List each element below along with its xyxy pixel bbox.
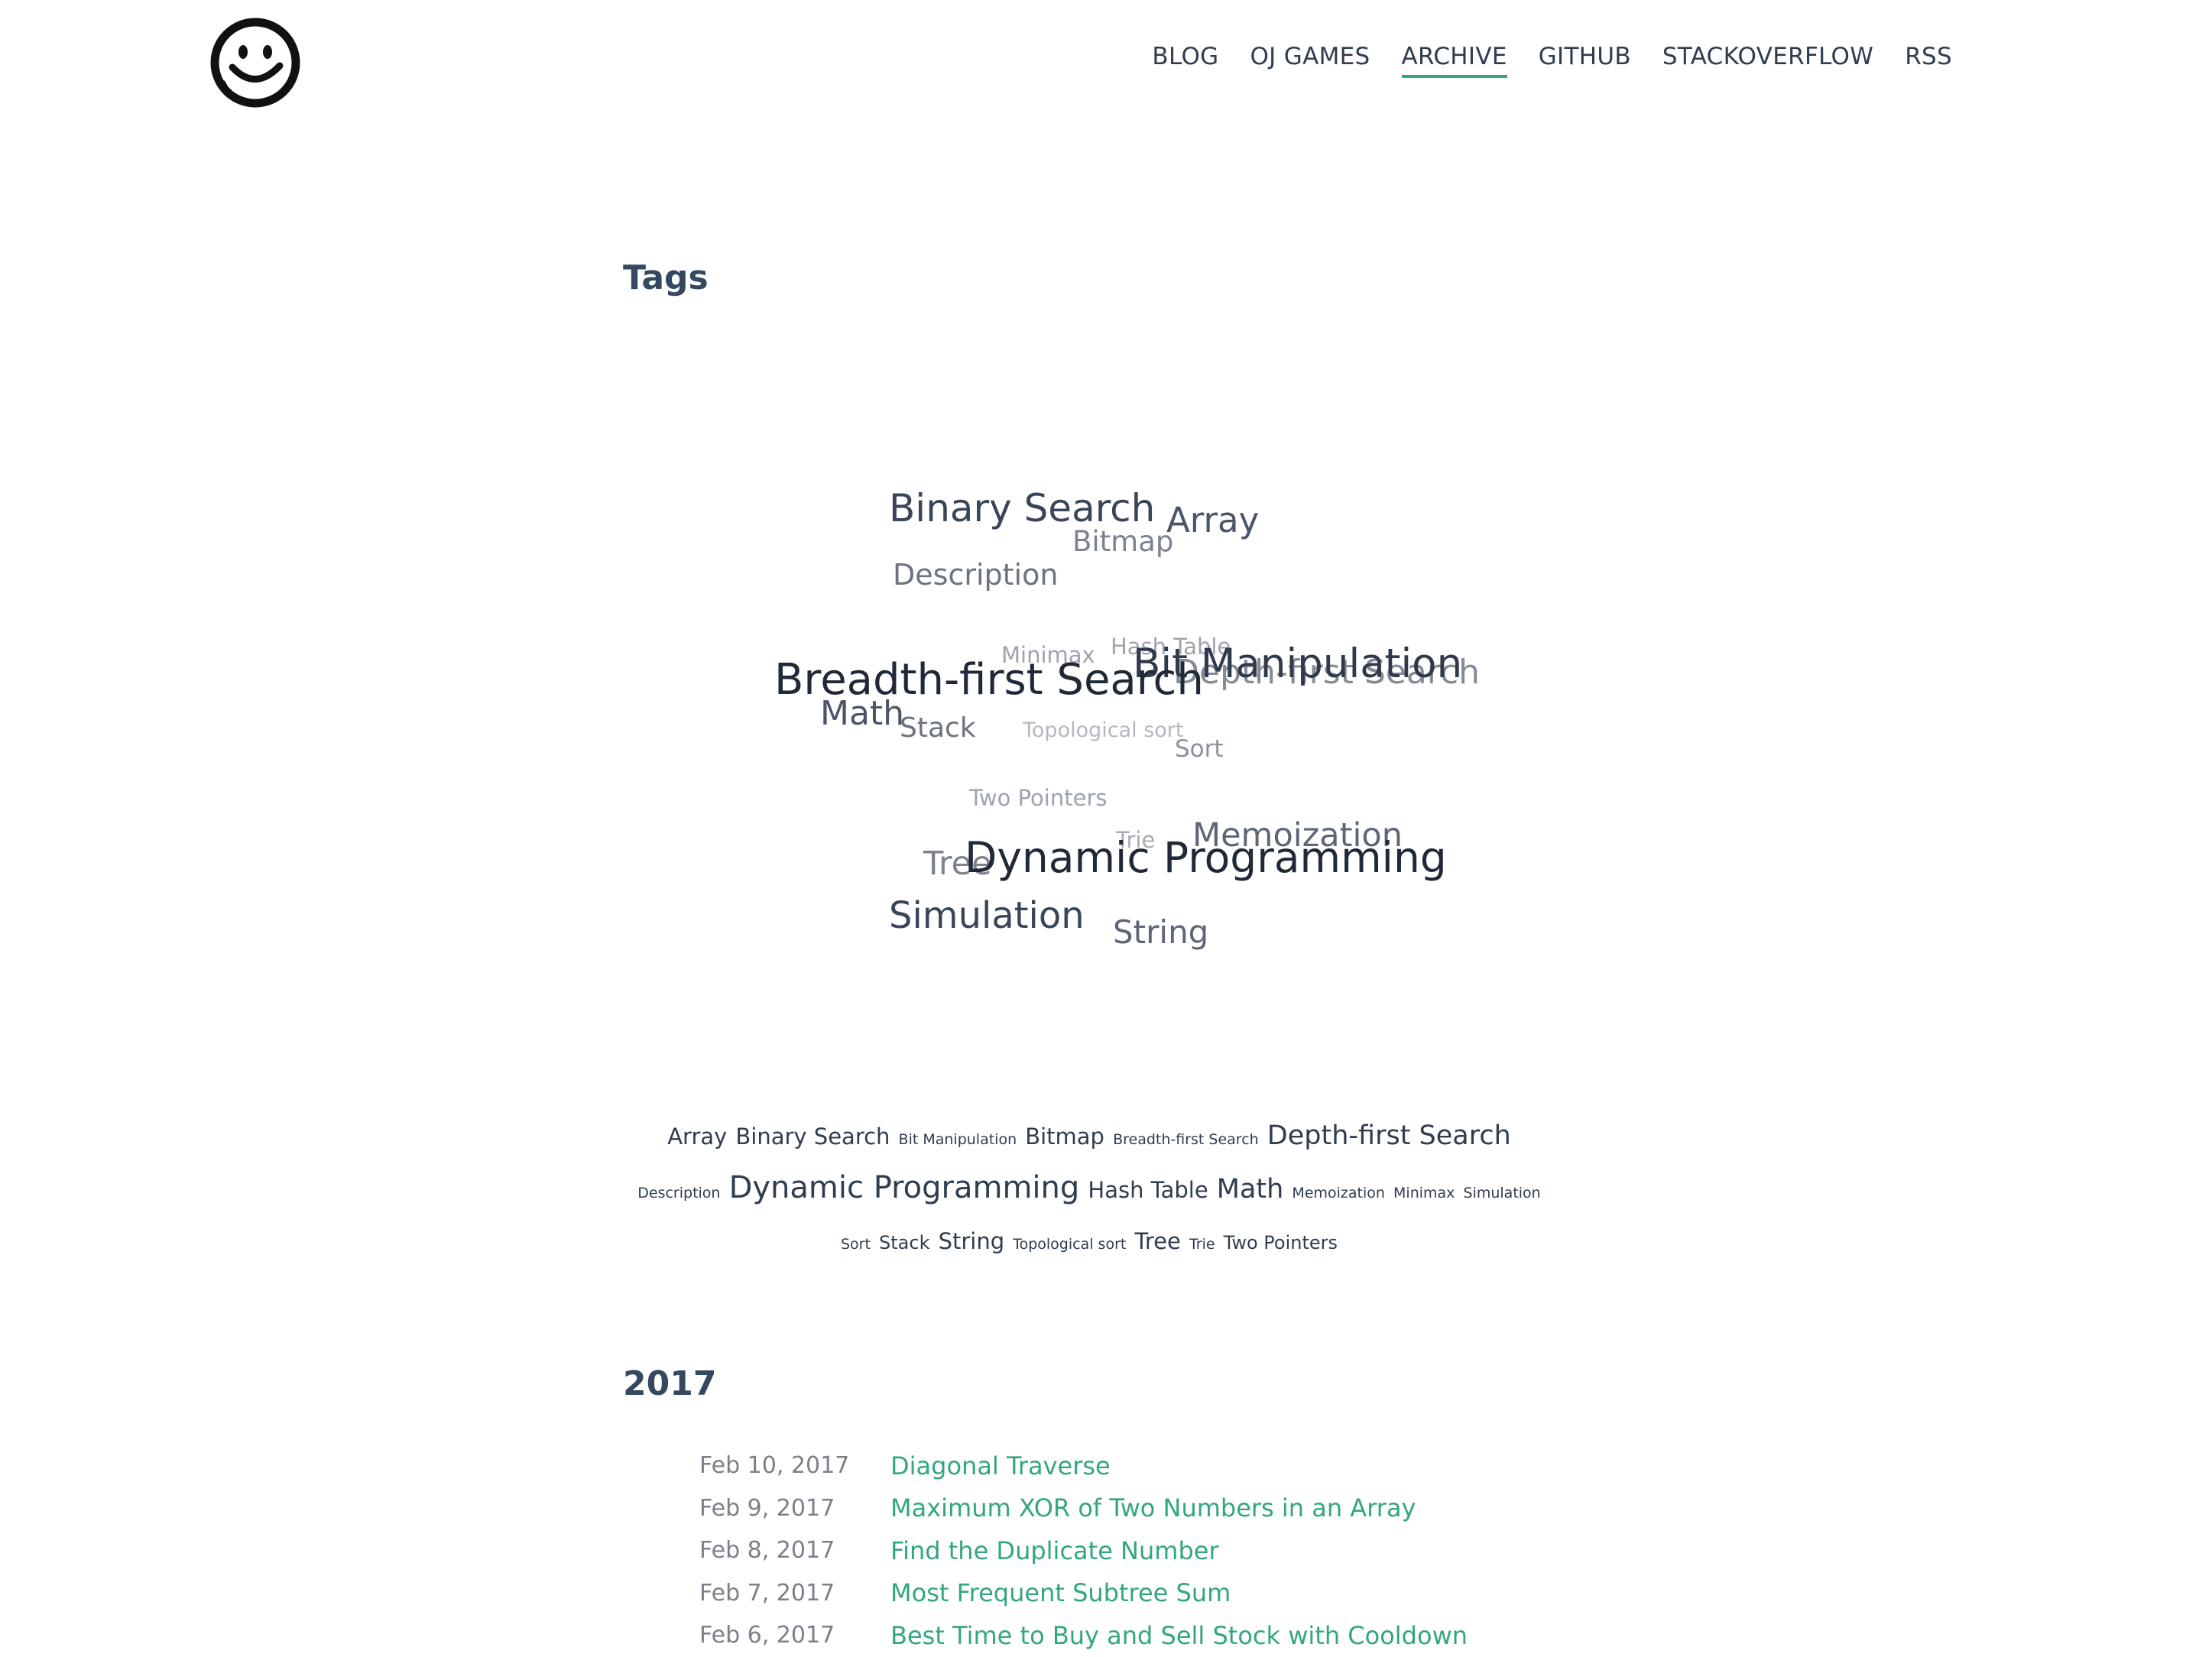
cloud-tag-dynamic-programming[interactable]: Dynamic Programming	[965, 837, 1447, 879]
tag-link-dynamic-programming[interactable]: Dynamic Programming	[729, 1170, 1080, 1205]
tag-link-simulation[interactable]: Simulation	[1464, 1185, 1541, 1201]
post-link[interactable]: Best Time to Buy and Sell Stock with Coo…	[890, 1621, 1468, 1650]
tag-link-sort[interactable]: Sort	[841, 1236, 871, 1253]
tag-link-math[interactable]: Math	[1217, 1174, 1284, 1205]
nav-stackoverflow[interactable]: STACKOVERFLOW	[1662, 43, 1873, 78]
post-row: Feb 8, 2017 Find the Duplicate Number	[699, 1529, 1468, 1572]
nav-archive[interactable]: ARCHIVE	[1401, 43, 1507, 78]
post-link[interactable]: Diagonal Traverse	[890, 1451, 1111, 1480]
cloud-tag-math[interactable]: Math	[820, 697, 904, 731]
post-link[interactable]: Most Frequent Subtree Sum	[890, 1578, 1231, 1607]
post-link[interactable]: Find the Duplicate Number	[890, 1536, 1219, 1565]
tag-list: Array Binary Search Bit Manipulation Bit…	[623, 1112, 1555, 1269]
cloud-tag-stack[interactable]: Stack	[900, 715, 976, 742]
cloud-tag-array[interactable]: Array	[1166, 503, 1259, 537]
tag-link-description[interactable]: Description	[637, 1185, 720, 1201]
tag-cloud: Binary Search Array Bitmap Description Minim…	[0, 0, 2212, 994]
cloud-tag-two-pointers[interactable]: Two Pointers	[969, 787, 1107, 809]
post-row: Feb 6, 2017 Best Time to Buy and Sell Sto…	[699, 1614, 1468, 1657]
tag-link-trie[interactable]: Trie	[1189, 1236, 1215, 1253]
year-heading: 2017	[623, 1364, 717, 1403]
post-row: Feb 9, 2017 Maximum XOR of Two Numbers in…	[699, 1487, 1468, 1530]
nav-blog[interactable]: BLOG	[1152, 43, 1218, 78]
tag-link-breadth-first-search[interactable]: Breadth-first Search	[1113, 1131, 1259, 1148]
nav-github[interactable]: GITHUB	[1539, 43, 1631, 78]
post-row: Feb 10, 2017 Diagonal Traverse	[699, 1445, 1468, 1487]
tag-link-array[interactable]: Array	[667, 1124, 727, 1150]
cloud-tag-string[interactable]: String	[1113, 916, 1208, 948]
post-date: Feb 9, 2017	[699, 1494, 835, 1522]
tag-link-depth-first-search[interactable]: Depth-first Search	[1267, 1120, 1511, 1151]
cloud-tag-binary-search[interactable]: Binary Search	[889, 489, 1155, 527]
tag-link-binary-search[interactable]: Binary Search	[735, 1124, 890, 1150]
post-date: Feb 6, 2017	[699, 1622, 835, 1649]
tag-link-bitmap[interactable]: Bitmap	[1025, 1124, 1104, 1150]
tag-link-minimax[interactable]: Minimax	[1393, 1185, 1455, 1201]
post-link[interactable]: Maximum XOR of Two Numbers in an Array	[890, 1493, 1416, 1522]
smiley-logo-icon[interactable]	[208, 15, 303, 110]
nav-oj-games[interactable]: OJ GAMES	[1250, 43, 1370, 78]
post-date: Feb 10, 2017	[699, 1452, 850, 1480]
post-date: Feb 7, 2017	[699, 1579, 835, 1607]
tags-heading: Tags	[623, 258, 709, 297]
tag-link-stack[interactable]: Stack	[879, 1232, 929, 1253]
nav-rss[interactable]: RSS	[1905, 43, 1952, 78]
tag-link-tree[interactable]: Tree	[1134, 1228, 1180, 1254]
cloud-tag-bitmap[interactable]: Bitmap	[1072, 527, 1173, 556]
tag-link-topological-sort[interactable]: Topological sort	[1013, 1236, 1126, 1253]
cloud-tag-topological-sort[interactable]: Topological sort	[1023, 720, 1184, 741]
main-nav: BLOG OJ GAMES ARCHIVE GITHUB STACKOVERFLOW RS…	[1152, 43, 1952, 78]
cloud-tag-sort[interactable]: Sort	[1175, 738, 1224, 761]
cloud-tag-simulation[interactable]: Simulation	[889, 897, 1085, 934]
tag-link-hash-table[interactable]: Hash Table	[1088, 1177, 1208, 1203]
cloud-tag-description[interactable]: Description	[893, 560, 1058, 589]
post-row: Feb 7, 2017 Most Frequent Subtree Sum	[699, 1572, 1468, 1615]
tag-link-two-pointers[interactable]: Two Pointers	[1224, 1232, 1338, 1253]
tag-link-bit-manipulation[interactable]: Bit Manipulation	[899, 1131, 1017, 1148]
post-date: Feb 8, 2017	[699, 1537, 835, 1565]
tag-link-memoization[interactable]: Memoization	[1292, 1185, 1385, 1201]
post-list: Feb 10, 2017 Diagonal Traverse Feb 9, 2017…	[699, 1445, 1468, 1657]
tag-link-string[interactable]: String	[939, 1228, 1005, 1254]
